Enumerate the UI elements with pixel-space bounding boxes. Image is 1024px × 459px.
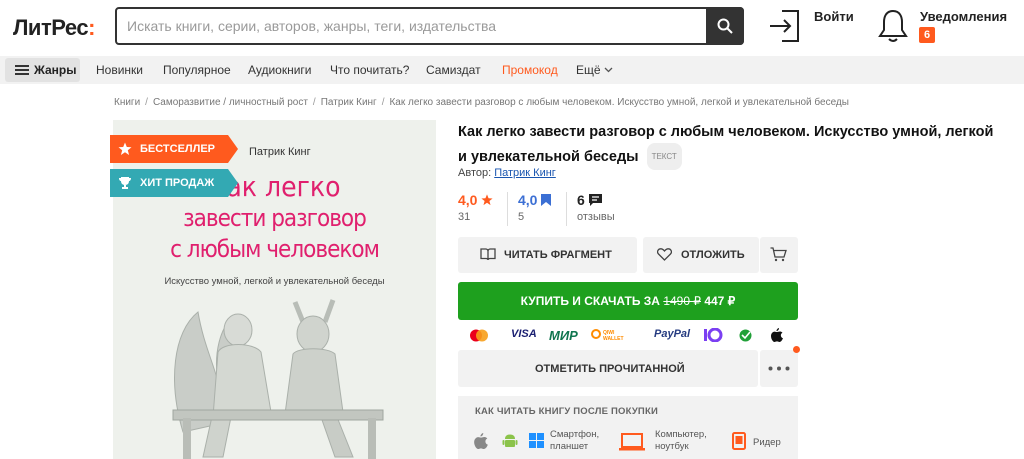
nav-item-audiobooks[interactable]: Аудиокниги xyxy=(248,63,312,77)
litres-logo[interactable]: ЛитРес: xyxy=(13,15,95,41)
old-price: 1490 ₽ xyxy=(663,294,701,308)
nav-item-what-to-read[interactable]: Что почитать? xyxy=(330,63,409,77)
star-icon xyxy=(118,142,132,155)
postpone-button[interactable]: ОТЛОЖИТЬ xyxy=(643,237,759,273)
author-link[interactable]: Патрик Кинг xyxy=(494,167,556,179)
cover-title-line3: с любым человеком xyxy=(170,235,380,263)
login-button[interactable]: Войти xyxy=(768,6,858,46)
buy-button[interactable]: КУПИТЬ И СКАЧАТЬ ЗА 1490 ₽ 447 ₽ xyxy=(458,282,798,320)
search-box xyxy=(115,7,744,45)
livelib-rating[interactable]: 4,0 5 xyxy=(507,192,552,226)
cover-illustration xyxy=(172,299,384,459)
notifications-badge: 6 xyxy=(919,27,935,43)
menu-icon xyxy=(15,65,29,75)
star-icon xyxy=(481,194,493,206)
bestseller-badge: БЕСТСЕЛЛЕР xyxy=(110,135,238,163)
site-header: ЛитРес: Войти Уведомления 6 xyxy=(0,0,1024,56)
read-fragment-button[interactable]: ЧИТАТЬ ФРАГМЕНТ xyxy=(458,237,637,273)
apple-pay-icon xyxy=(771,328,783,342)
breadcrumb-current: Как легко завести разговор с любым челов… xyxy=(389,97,849,108)
notifications-label: Уведомления xyxy=(920,9,1008,24)
paypal-icon: PayPal xyxy=(654,328,691,340)
visa-icon: VISA xyxy=(511,328,537,340)
more-dots-icon xyxy=(768,366,790,371)
mark-read-button[interactable]: ОТМЕТИТЬ ПРОЧИТАННОЙ xyxy=(458,350,758,387)
trophy-icon xyxy=(119,177,131,189)
notifications-button[interactable]: Уведомления 6 xyxy=(878,6,1024,50)
breadcrumb-item[interactable]: Книги xyxy=(114,97,140,108)
breadcrumb-item[interactable]: Патрик Кинг xyxy=(321,97,377,108)
mir-icon: МИР xyxy=(549,328,578,343)
apple-icon xyxy=(474,433,488,449)
nav-item-new[interactable]: Новинки xyxy=(96,63,143,77)
login-label: Войти xyxy=(814,9,854,24)
laptop-icon xyxy=(619,433,645,451)
yoomoney-icon xyxy=(704,328,723,342)
notification-dot xyxy=(793,346,800,353)
main-nav: Жанры Новинки Популярное Аудиокниги Что … xyxy=(0,56,1024,84)
bestselling-badge: ХИТ ПРОДАЖ xyxy=(110,169,238,197)
search-input[interactable] xyxy=(127,17,707,35)
reviews-count[interactable]: 6 отзывы xyxy=(566,192,615,226)
search-icon xyxy=(717,18,733,34)
add-to-cart-button[interactable] xyxy=(760,237,798,273)
qiwi-icon: QIWI WALLET xyxy=(591,329,631,342)
comment-icon xyxy=(588,194,602,206)
login-icon xyxy=(770,10,799,42)
genres-label: Жанры xyxy=(34,63,77,77)
how-to-read-panel: КАК ЧИТАТЬ КНИГУ ПОСЛЕ ПОКУПКИ Смартфон,… xyxy=(458,396,798,459)
cart-icon xyxy=(770,247,787,262)
ereader-icon xyxy=(732,432,746,450)
breadcrumb: Книги / Саморазвитие / личностный рост / Пат… xyxy=(114,97,849,108)
cover-subtitle: Искусство умной, легкой и увлекательной … xyxy=(164,276,385,287)
device-smartphone: Смартфон, планшет xyxy=(550,429,600,452)
how-to-read-heading: КАК ЧИТАТЬ КНИГУ ПОСЛЕ ПОКУПКИ xyxy=(475,406,658,417)
more-options-button[interactable] xyxy=(760,350,798,387)
litres-rating[interactable]: 4,0 31 xyxy=(458,192,493,223)
author-line: Автор: Патрик Кинг xyxy=(458,167,556,179)
nav-item-more[interactable]: Ещё xyxy=(576,63,613,77)
cover-author: Патрик Кинг xyxy=(249,146,311,158)
book-title: Как легко завести разговор с любым челов… xyxy=(458,122,998,170)
genres-button[interactable]: Жанры xyxy=(5,58,80,82)
mastercard-icon xyxy=(470,329,488,342)
search-button[interactable] xyxy=(706,7,744,45)
nav-item-popular[interactable]: Популярное xyxy=(163,63,231,77)
chevron-down-icon xyxy=(604,67,613,73)
book-open-icon xyxy=(480,248,496,261)
cover-title-line2: завести разговор xyxy=(183,204,367,232)
payment-methods: VISA МИР QIWI WALLET PayPal xyxy=(458,325,798,345)
heart-icon xyxy=(657,248,672,261)
bell-icon xyxy=(878,9,908,42)
bookmark-icon xyxy=(541,194,552,206)
breadcrumb-item[interactable]: Саморазвитие / личностный рост xyxy=(153,97,308,108)
sber-icon xyxy=(739,329,752,342)
device-computer: Компьютер, ноутбук xyxy=(655,429,707,452)
android-icon xyxy=(502,434,518,447)
new-price: 447 ₽ xyxy=(704,294,736,308)
windows-icon xyxy=(529,433,544,448)
format-tag: ТЕКСТ xyxy=(646,143,682,170)
device-reader: Ридер xyxy=(753,437,781,448)
nav-item-samizdat[interactable]: Самиздат xyxy=(426,63,481,77)
nav-item-promo[interactable]: Промокод xyxy=(502,63,558,77)
